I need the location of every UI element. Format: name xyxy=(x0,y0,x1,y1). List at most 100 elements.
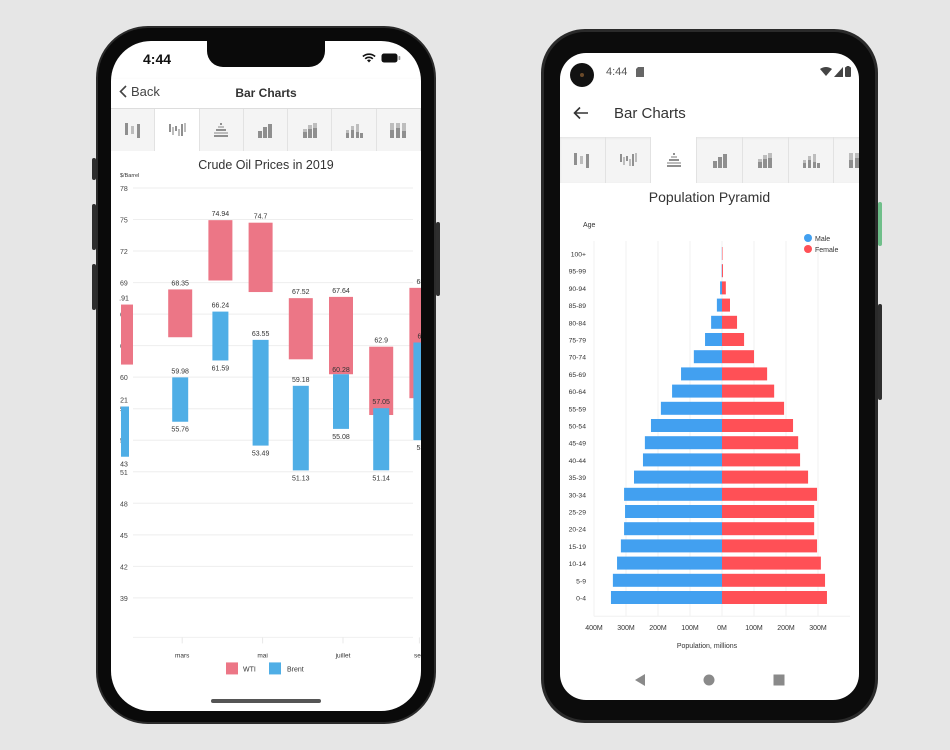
female-bar xyxy=(722,264,723,278)
y-axis-title: Age xyxy=(583,222,596,229)
age-group-label: 95-99 xyxy=(569,269,587,276)
female-bar xyxy=(722,470,809,484)
y-tick-label: 48 xyxy=(120,501,128,508)
x-axis-title: Population, millions xyxy=(677,643,738,650)
female-bar xyxy=(722,315,738,329)
wti-high-label: .91 xyxy=(119,296,129,303)
nav-back-icon[interactable] xyxy=(634,674,646,686)
full-stacked-column-chart-icon xyxy=(848,153,859,168)
range-bar-chart-icon xyxy=(124,123,140,138)
age-group-label: 5-9 xyxy=(576,578,586,585)
navigation-bar: Back Bar Charts xyxy=(111,79,421,109)
volume-up-button xyxy=(92,204,96,250)
wti-bar xyxy=(288,298,313,360)
android-navigation-bar xyxy=(560,660,859,700)
x-tick-label: 300M xyxy=(809,625,827,632)
chart-type-tab-3[interactable] xyxy=(651,137,698,183)
male-bar xyxy=(672,384,722,398)
home-indicator[interactable] xyxy=(211,699,321,703)
wti-high-label: 68. xyxy=(417,279,421,286)
chart-type-tab-1[interactable] xyxy=(560,137,606,183)
front-camera xyxy=(570,63,594,87)
brent-high-label: 59.18 xyxy=(292,377,310,384)
chart-type-tab-5[interactable] xyxy=(743,137,789,183)
chart-type-tab-1[interactable] xyxy=(111,109,156,151)
male-bar xyxy=(624,487,722,501)
battery-icon xyxy=(845,66,851,77)
brent-low-label: 51.14 xyxy=(372,475,390,482)
nav-home-icon[interactable] xyxy=(703,674,715,686)
male-bar xyxy=(705,333,722,346)
page-title: Bar Charts xyxy=(235,86,297,100)
sd-card-icon xyxy=(636,67,644,77)
pyramid-chart-icon xyxy=(214,123,229,137)
chart-type-tab-6[interactable] xyxy=(332,109,377,151)
brent-bar xyxy=(413,342,421,441)
chart-type-tab-3[interactable] xyxy=(200,109,244,151)
x-tick-label: juillet xyxy=(335,652,351,659)
female-bar xyxy=(722,401,785,415)
grouped-stacked-column-chart-icon xyxy=(346,124,364,138)
chart-title: Population Pyramid xyxy=(648,189,771,205)
mute-switch xyxy=(92,158,96,180)
chart-type-tab-5[interactable] xyxy=(288,109,333,151)
female-bar xyxy=(722,350,754,364)
age-group-label: 70-74 xyxy=(569,355,587,362)
x-tick-label: 100M xyxy=(745,625,763,632)
age-group-label: 100+ xyxy=(571,252,586,259)
multi-range-bar-chart-icon xyxy=(168,123,186,136)
x-tick-label: 200M xyxy=(649,625,667,632)
chart-type-tab-4[interactable] xyxy=(697,137,743,183)
female-bar xyxy=(722,556,821,570)
male-bar xyxy=(644,436,722,450)
power-button xyxy=(878,202,882,246)
male-bar xyxy=(650,419,722,432)
age-group-label: 85-89 xyxy=(569,303,587,310)
chart-type-tab-7[interactable] xyxy=(377,109,421,151)
age-group-label: 25-29 xyxy=(569,510,587,517)
female-bar xyxy=(722,367,768,381)
x-tick-label: 200M xyxy=(777,625,795,632)
x-tick-label: 400M xyxy=(585,625,603,632)
range-bar-chart-icon xyxy=(574,153,590,168)
chart-type-tabs xyxy=(560,137,859,183)
brent-low-label: 61.59 xyxy=(212,365,230,372)
back-arrow-icon[interactable] xyxy=(573,106,589,120)
legend-wti-swatch xyxy=(226,662,238,675)
chart-type-tab-4[interactable] xyxy=(244,109,289,151)
brent-low-label: 55.08 xyxy=(332,434,350,441)
x-tick-label: 0M xyxy=(717,625,727,632)
y-tick-label: 78 xyxy=(120,186,128,193)
female-bar xyxy=(722,453,801,467)
wti-low-label: 60.28 xyxy=(332,367,350,374)
chart-type-tab-2[interactable] xyxy=(155,109,200,151)
wti-bar xyxy=(248,222,273,293)
y-tick-label: 72 xyxy=(120,249,128,256)
brent-high-label: 63.55 xyxy=(252,331,270,338)
wti-high-label: 74.94 xyxy=(212,211,230,218)
brent-bar xyxy=(121,406,129,457)
x-tick-label: 100M xyxy=(681,625,699,632)
stacked-column-chart-icon xyxy=(302,123,317,138)
y-tick-label: 69 xyxy=(120,281,128,288)
chart-type-tab-6[interactable] xyxy=(789,137,835,183)
female-bar xyxy=(722,487,818,501)
wifi-icon xyxy=(820,66,832,76)
female-bar xyxy=(722,333,745,346)
chart-type-tab-2[interactable] xyxy=(606,137,652,183)
chart-type-tab-7[interactable] xyxy=(834,137,859,183)
age-group-label: 30-34 xyxy=(569,492,587,499)
female-bar xyxy=(722,419,794,432)
wti-bar xyxy=(121,304,133,365)
brent-bar xyxy=(172,377,189,422)
age-group-label: 65-69 xyxy=(569,372,587,379)
age-group-label: 50-54 xyxy=(569,424,587,431)
male-bar xyxy=(681,367,722,381)
female-bar xyxy=(722,573,826,587)
male-bar xyxy=(634,470,722,484)
age-group-label: 10-14 xyxy=(569,561,587,568)
brent-high-label: 66.24 xyxy=(212,303,230,310)
android-screen: 4:44 Bar Charts Population Pyramid Age 40… xyxy=(560,53,859,700)
nav-recents-icon[interactable] xyxy=(773,674,785,686)
legend-male-label: Male xyxy=(815,236,830,243)
